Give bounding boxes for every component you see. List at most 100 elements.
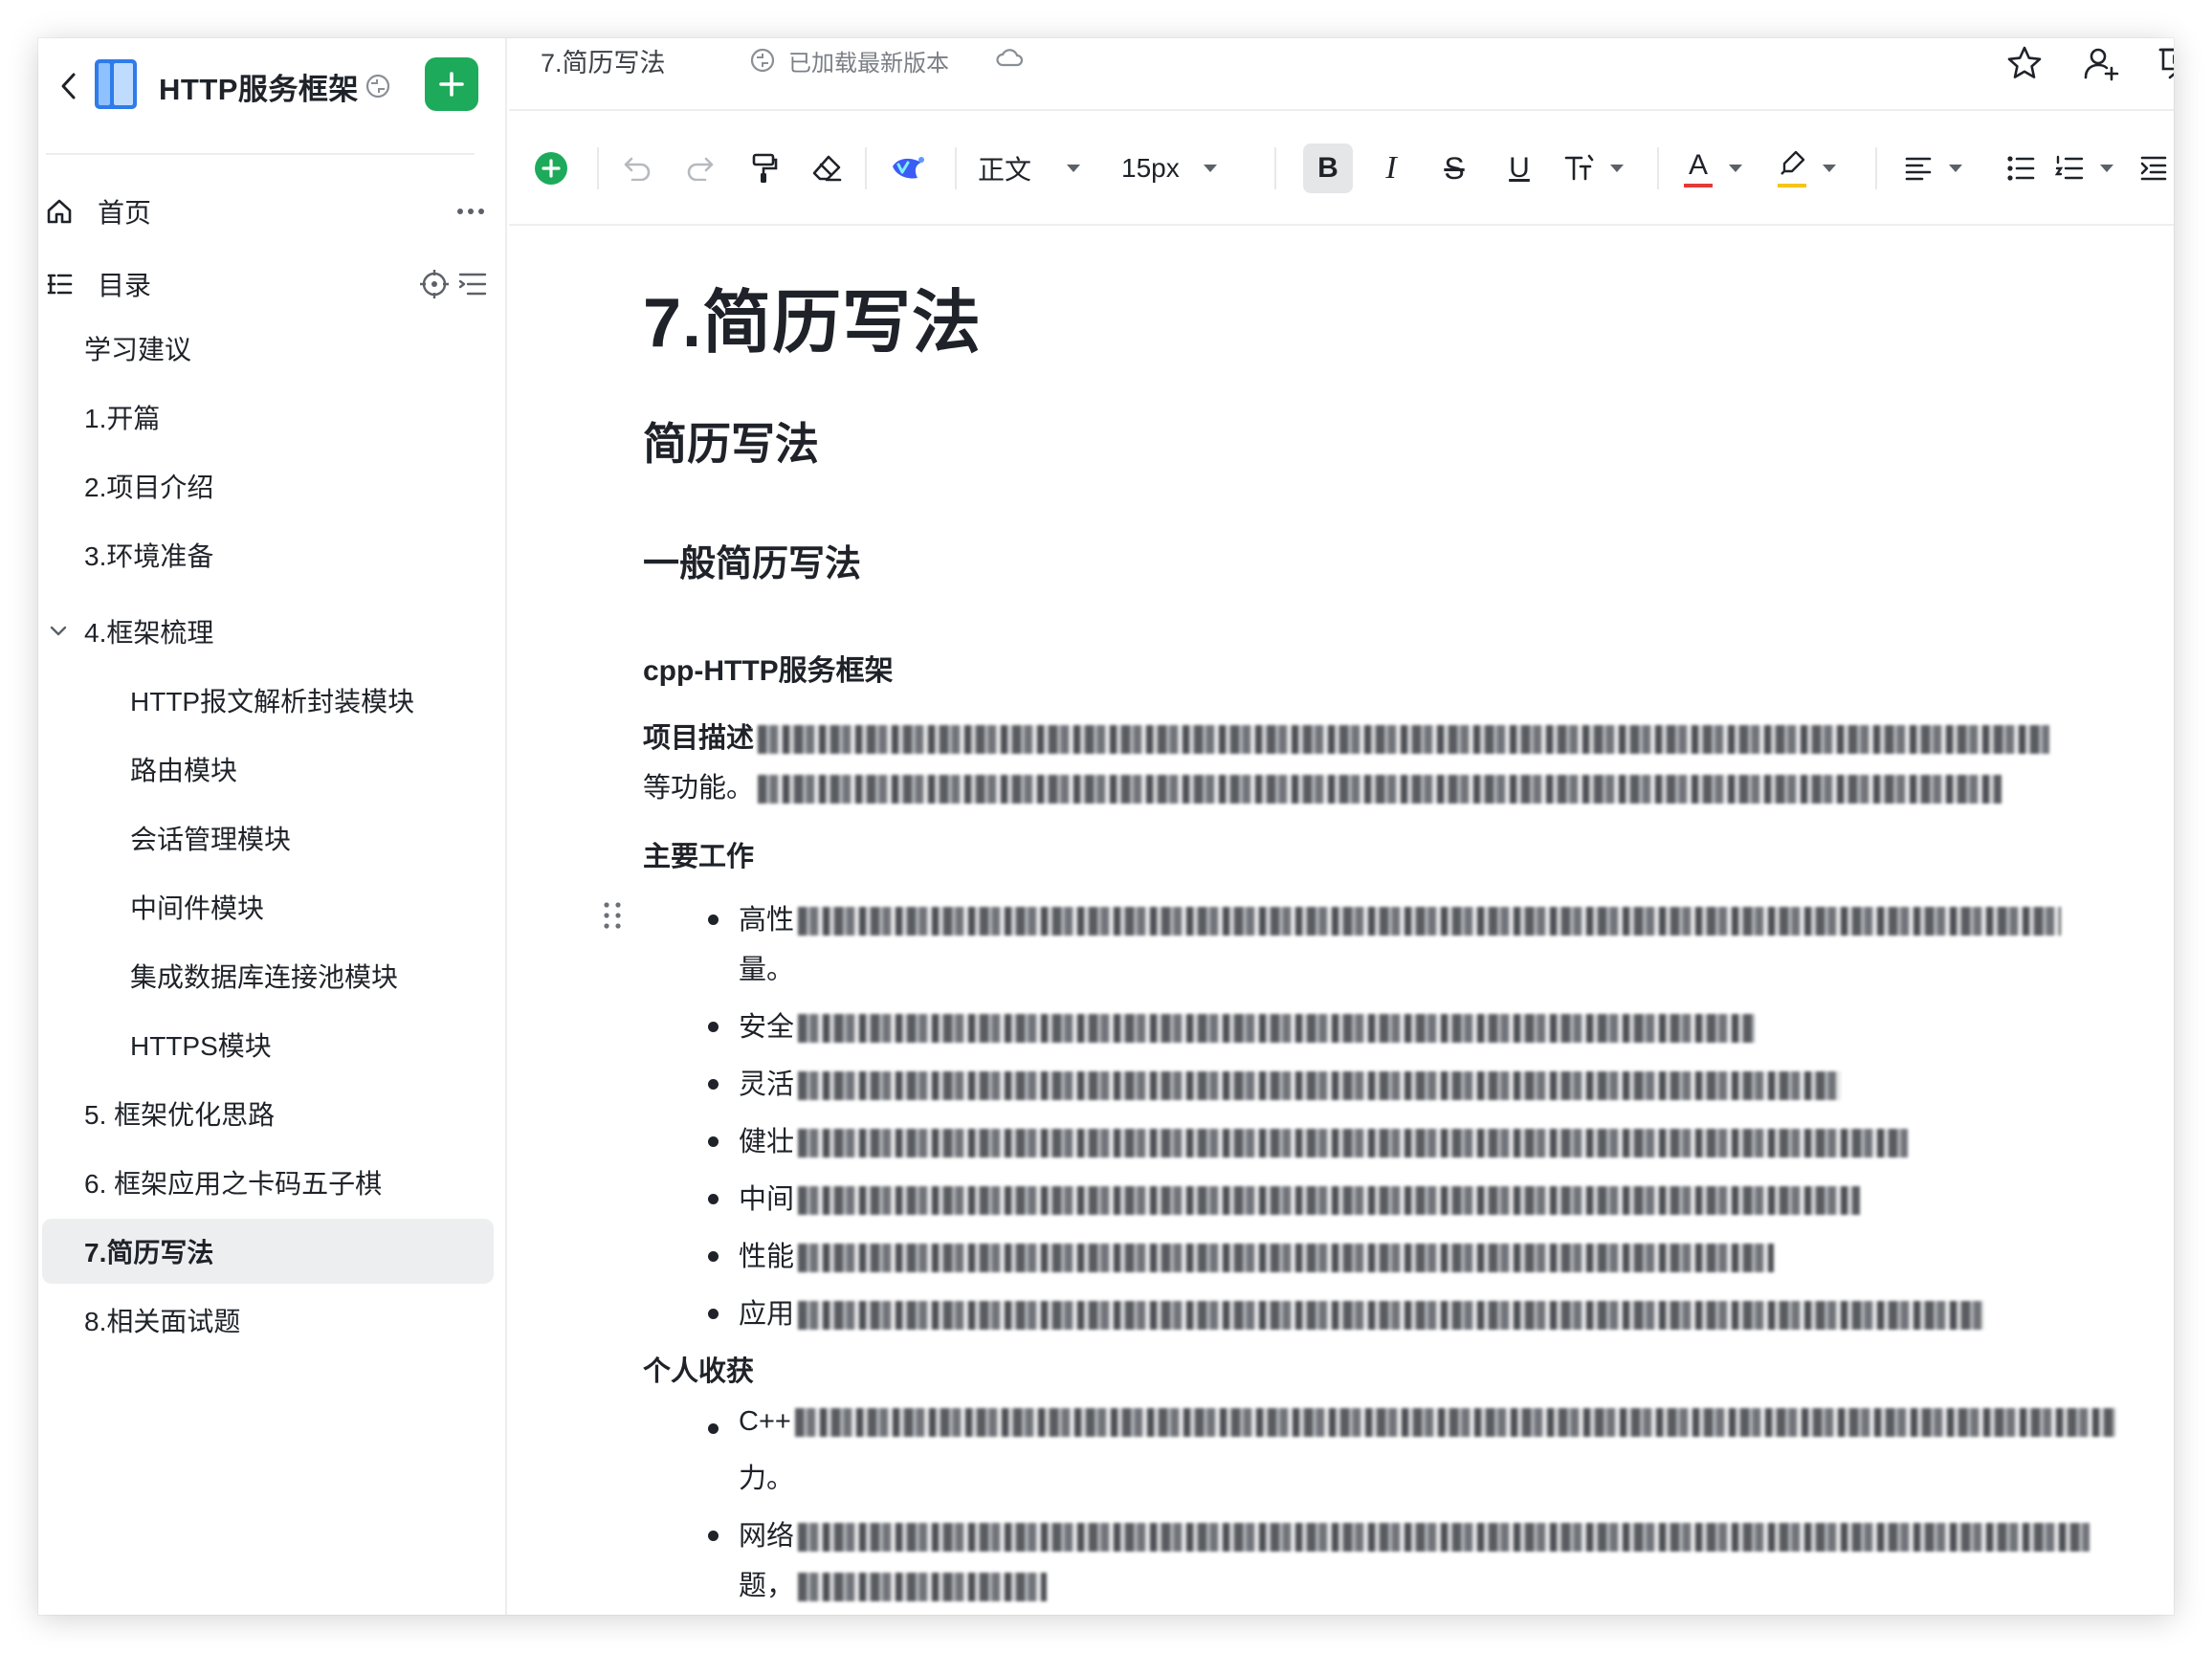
sidebar-home[interactable]: 首页: [38, 180, 494, 243]
more-icon[interactable]: [453, 194, 488, 229]
toc-item[interactable]: 学习建议: [84, 316, 191, 381]
description-line2-prefix: 等功能。: [643, 773, 755, 804]
work-item-prefix: 中间: [739, 1184, 795, 1215]
numbered-list-dropdown[interactable]: [2055, 149, 2128, 187]
toc-subitem[interactable]: HTTPS模块: [130, 1012, 272, 1077]
work-item[interactable]: 高性: [739, 897, 2062, 937]
work-item[interactable]: 性能: [739, 1234, 1775, 1274]
main-work-label[interactable]: 主要工作: [643, 834, 754, 874]
blurred-text: [798, 907, 2062, 937]
toc-item[interactable]: 2.项目介绍: [84, 453, 213, 518]
app-window: HTTP服务框架 首页 目录 学习建议 1.开篇 2.项目介绍 3.环境准备 4…: [38, 38, 2174, 1615]
toc-item[interactable]: 8.相关面试题: [84, 1288, 240, 1353]
drag-handle-icon[interactable]: [601, 899, 624, 932]
bullet-marker: [708, 1251, 719, 1262]
paragraph-project-description-cont[interactable]: 等功能。: [643, 763, 2002, 813]
outline-collapse-icon[interactable]: [455, 267, 490, 301]
insert-block-button[interactable]: [532, 149, 570, 187]
present-icon[interactable]: [2153, 40, 2174, 86]
document-body[interactable]: 7.简历写法 简历写法 一般简历写法 cpp-HTTP服务框架 项目描述 等功能…: [509, 228, 2174, 1615]
text-effects-dropdown[interactable]: [1563, 149, 1636, 187]
document-name[interactable]: 7.简历写法: [541, 42, 666, 79]
work-item-prefix: 灵活: [739, 1069, 795, 1100]
work-item-prefix: 性能: [739, 1242, 795, 1272]
indent-dropdown[interactable]: [2139, 149, 2174, 187]
toc-subitem[interactable]: 路由模块: [130, 737, 237, 802]
sidebar-toc[interactable]: 目录: [38, 253, 494, 316]
undo-icon[interactable]: [618, 149, 656, 187]
document-title[interactable]: 7.简历写法: [643, 266, 982, 366]
font-size-value: 15px: [1121, 153, 1180, 183]
toc-item[interactable]: 6. 框架应用之卡码五子棋: [84, 1150, 382, 1215]
sidebar-divider: [46, 153, 475, 155]
bullet-marker: [708, 915, 719, 925]
toc-item-active[interactable]: 7.简历写法: [42, 1219, 494, 1284]
description-label: 项目描述: [643, 723, 755, 754]
toolbar-separator: [597, 147, 599, 189]
share-status-icon[interactable]: [364, 72, 392, 100]
toc-subitem[interactable]: 中间件模块: [130, 874, 264, 939]
underline-button[interactable]: U: [1500, 149, 1538, 187]
toc-subitem[interactable]: HTTP报文解析封装模块: [130, 668, 414, 733]
gain-item-cont[interactable]: 题，: [739, 1563, 1048, 1603]
personal-gains-label[interactable]: 个人收获: [643, 1349, 754, 1389]
font-color-dropdown[interactable]: A: [1684, 149, 1757, 187]
blurred-text: [758, 775, 2002, 804]
chevron-down-icon: [1201, 159, 1220, 178]
italic-button[interactable]: I: [1372, 149, 1410, 187]
work-item[interactable]: 健壮: [739, 1119, 1909, 1159]
gain-item-cont[interactable]: 力。: [739, 1456, 794, 1496]
blurred-text: [798, 1523, 2090, 1553]
font-color-icon: A: [1684, 149, 1713, 187]
chevron-down-icon: [1946, 159, 1965, 178]
toc-label: 目录: [98, 271, 152, 300]
work-item[interactable]: 应用: [739, 1291, 1985, 1332]
work-item[interactable]: 灵活: [739, 1062, 1842, 1102]
bullet-marker: [708, 1531, 719, 1541]
work-item-cont[interactable]: 量。: [739, 947, 794, 987]
heading-4[interactable]: cpp-HTTP服务框架: [643, 647, 894, 689]
sync-icon: [748, 46, 777, 75]
heading-3[interactable]: 一般简历写法: [643, 534, 861, 586]
paragraph-project-description[interactable]: 项目描述: [643, 714, 2050, 763]
underline-glyph: U: [1509, 152, 1530, 184]
toc-subitem[interactable]: 会话管理模块: [130, 805, 291, 871]
bulleted-list-icon[interactable]: [2002, 149, 2040, 187]
bold-button[interactable]: B: [1303, 143, 1353, 193]
text-style-dropdown[interactable]: 正文: [978, 149, 1102, 187]
highlight-dropdown[interactable]: [1778, 149, 1850, 187]
back-arrow-icon[interactable]: [50, 67, 88, 105]
add-collaborator-icon[interactable]: [2078, 40, 2124, 86]
toc-item[interactable]: 4.框架梳理: [84, 599, 213, 664]
toc-item[interactable]: 3.环境准备: [84, 522, 213, 587]
blurred-text: [798, 1573, 1048, 1602]
clear-format-icon[interactable]: [807, 149, 846, 187]
font-size-dropdown[interactable]: 15px: [1121, 149, 1246, 187]
bullet-marker: [708, 1194, 719, 1204]
locate-icon[interactable]: [417, 267, 452, 301]
gain-item[interactable]: C++: [739, 1406, 2115, 1438]
star-icon[interactable]: [2002, 40, 2047, 86]
work-item[interactable]: 安全: [739, 1004, 1756, 1045]
bullet-marker: [708, 1309, 719, 1319]
knowledge-base-title[interactable]: HTTP服务框架: [159, 65, 359, 108]
align-dropdown[interactable]: [1904, 149, 1977, 187]
formatting-toolbar: 正文 15px B I S U A: [509, 109, 2174, 226]
gain-item[interactable]: 网络: [739, 1513, 2090, 1554]
toc-item[interactable]: 1.开篇: [84, 385, 160, 450]
strike-glyph: S: [1444, 150, 1465, 186]
redo-icon[interactable]: [681, 149, 719, 187]
chevron-down-icon: [1820, 159, 1839, 178]
add-new-button[interactable]: [425, 57, 478, 111]
toolbar-separator: [1274, 147, 1276, 189]
toc-item[interactable]: 5. 框架优化思路: [84, 1081, 275, 1146]
italic-glyph: I: [1385, 150, 1397, 186]
heading-2[interactable]: 简历写法: [643, 409, 819, 473]
strikethrough-button[interactable]: S: [1435, 149, 1473, 187]
chevron-down-icon[interactable]: [46, 619, 71, 644]
blurred-text: [798, 1301, 1985, 1331]
format-painter-icon[interactable]: [744, 149, 783, 187]
work-item[interactable]: 中间: [739, 1177, 1861, 1217]
toc-subitem[interactable]: 集成数据库连接池模块: [130, 943, 398, 1008]
ai-assistant-icon[interactable]: [886, 149, 930, 187]
